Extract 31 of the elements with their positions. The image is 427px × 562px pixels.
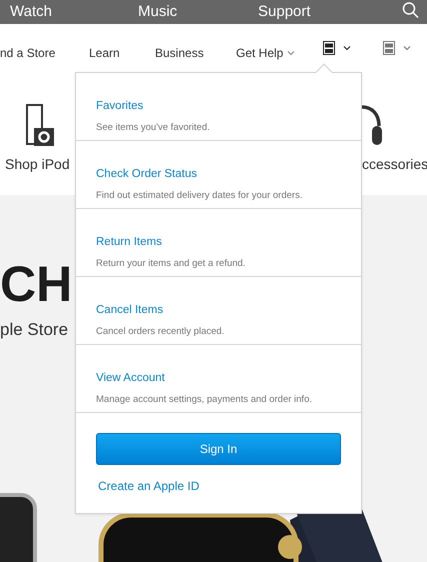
nav-link[interactable]: Get Help [236,44,296,62]
caret-icon [343,45,351,51]
menu-link[interactable]: Favorites [96,99,144,113]
ipod-icon [26,104,54,146]
hero-title: CH [0,259,72,309]
menu-description: Return your items and get a refund. [96,258,246,270]
menu-description: Manage account settings, payments and order info. [96,394,313,406]
create-account-link[interactable]: Create an Apple ID [98,477,200,495]
hero-subtitle: ple Store [0,319,68,341]
menu-description: Find out estimated delivery dates for your orders. [96,190,304,202]
glyph-box-icon [323,41,335,55]
top-nav-link[interactable]: Music [138,3,178,21]
nav-link[interactable]: nd a Store [0,44,56,62]
headphones-icon [362,104,383,146]
menu-link[interactable]: View Account [96,371,165,385]
search-icon[interactable] [402,2,420,18]
menu-toggle[interactable] [323,41,351,55]
glyph-box-icon [383,41,395,55]
menu-toggle[interactable] [383,41,411,55]
nav-link[interactable]: Learn [89,44,120,62]
nav-link[interactable]: Business [155,44,204,62]
menu-link[interactable]: Check Order Status [96,167,197,181]
menu-link[interactable]: Return Items [96,235,162,249]
top-nav-link[interactable]: Support [258,3,311,21]
caret-icon [403,45,411,51]
menu-description: Cancel orders recently placed. [96,326,226,338]
product-label[interactable]: Shop iPod [5,154,70,175]
menu-link[interactable]: Cancel Items [96,303,164,317]
sign-in-button[interactable]: Sign In [96,433,341,465]
top-nav-link[interactable]: Watch [10,3,52,21]
menu-description: See items you've favorited. [96,122,211,134]
